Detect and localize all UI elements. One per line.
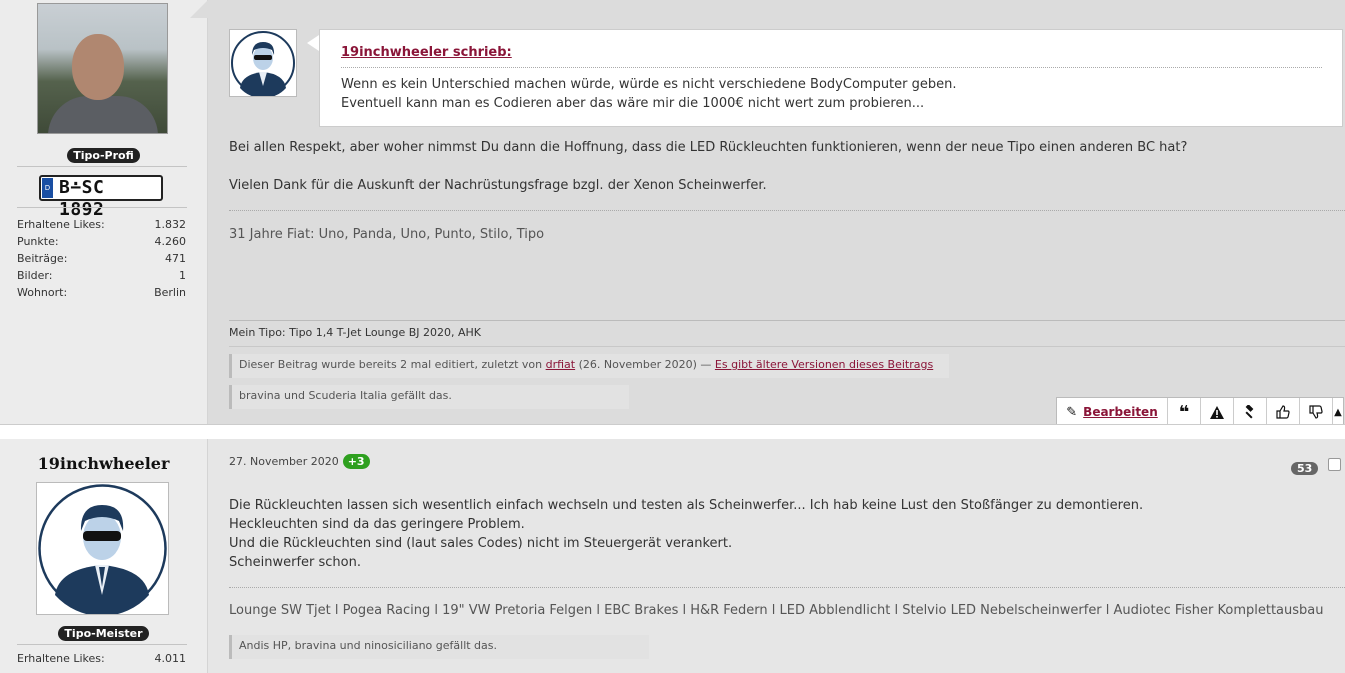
post2-sidebar-divider xyxy=(17,644,187,645)
post-toolbar: ✎ Bearbeiten ❝ ▲ xyxy=(1056,397,1344,427)
plate-text: B∸SC 1892 xyxy=(59,177,105,220)
license-plate: D B∸SC 1892 xyxy=(39,175,163,220)
edit-button[interactable]: ✎ Bearbeiten xyxy=(1057,398,1168,426)
stat-row: Erhaltene Likes: 1.832 xyxy=(17,218,186,231)
car-info: Mein Tipo: Tipo 1,4 T-Jet Lounge BJ 2020… xyxy=(229,326,482,339)
post1-sidebar-divider xyxy=(17,166,187,167)
car-info-divider xyxy=(229,320,1345,321)
pencil-icon: ✎ xyxy=(1066,404,1078,420)
gavel-icon[interactable] xyxy=(1234,398,1267,426)
post-separator xyxy=(0,424,1345,440)
report-icon[interactable] xyxy=(1201,398,1234,426)
post2-text-line: Die Rückleuchten lassen sich wesentlich … xyxy=(229,498,1144,513)
quote-divider xyxy=(341,67,1322,68)
stat-row: Erhaltene Likes: 4.011 xyxy=(17,652,186,665)
post2-rank-badge: Tipo-Meister xyxy=(58,626,149,641)
post1-signature: 31 Jahre Fiat: Uno, Panda, Uno, Punto, S… xyxy=(229,227,545,242)
post2-avatar[interactable] xyxy=(36,482,169,617)
post1-text: Bei allen Respekt, aber woher nimmst Du … xyxy=(229,140,1188,155)
car-info-divider-2 xyxy=(229,346,1345,347)
edit-note: Dieser Beitrag wurde bereits 2 mal editi… xyxy=(229,354,949,378)
post2-username[interactable]: 19inchwheeler xyxy=(38,454,170,473)
post2-text-line: Heckleuchten sind da das geringere Probl… xyxy=(229,517,525,532)
eu-flag-icon: D xyxy=(42,178,53,198)
post1-likes: bravina und Scuderia Italia gefällt das. xyxy=(229,385,629,409)
post-number-badge[interactable]: 53 xyxy=(1291,462,1319,475)
quote-line: Eventuell kann man es Codieren aber das … xyxy=(341,96,925,111)
quote-box: 19inchwheeler schrieb: Wenn es kein Unte… xyxy=(319,29,1343,127)
quote-icon[interactable]: ❝ xyxy=(1168,398,1201,426)
post1-avatar[interactable] xyxy=(37,3,168,134)
more-icon[interactable]: ▲ xyxy=(1333,398,1343,426)
older-versions-link[interactable]: Es gibt ältere Versionen dieses Beitrags xyxy=(715,358,933,371)
post1-sidebar-divider-2 xyxy=(17,207,187,208)
post2-likes: Andis HP, bravina und ninosiciliano gefä… xyxy=(229,635,649,659)
post2-text-line: Und die Rückleuchten sind (laut sales Co… xyxy=(229,536,733,551)
agent-avatar-icon xyxy=(38,484,167,617)
post1-text: Vielen Dank für die Auskunft der Nachrüs… xyxy=(229,178,767,193)
post2-signature: Lounge SW Tjet l Pogea Racing l 19" VW P… xyxy=(229,603,1324,618)
stat-row: Bilder: 1 xyxy=(17,269,186,282)
post1-pointer xyxy=(190,0,208,18)
signature-divider xyxy=(229,587,1345,588)
stat-row: Punkte: 4.260 xyxy=(17,235,186,248)
agent-avatar-icon xyxy=(231,31,295,99)
signature-divider xyxy=(229,210,1345,211)
quote-notch xyxy=(307,35,319,51)
select-post-checkbox[interactable] xyxy=(1328,458,1341,471)
quote-author-link[interactable]: 19inchwheeler schrieb: xyxy=(341,45,512,60)
post2-date[interactable]: 27. November 2020 xyxy=(229,455,339,468)
post2-meta: 27. November 2020 +3 xyxy=(229,454,370,469)
thumbs-down-icon[interactable] xyxy=(1300,398,1333,426)
quote-author-avatar[interactable] xyxy=(229,29,297,99)
post2-text-line: Scheinwerfer schon. xyxy=(229,555,361,570)
stat-row: Beiträge: 471 xyxy=(17,252,186,265)
thumbs-up-icon[interactable] xyxy=(1267,398,1300,426)
stat-row: Wohnort: Berlin xyxy=(17,286,186,299)
editor-link[interactable]: drfiat xyxy=(546,358,576,371)
reaction-badge[interactable]: +3 xyxy=(342,454,370,469)
quote-line: Wenn es kein Unterschied machen würde, w… xyxy=(341,77,957,92)
post1-rank-badge: Tipo-Profi xyxy=(67,148,140,163)
